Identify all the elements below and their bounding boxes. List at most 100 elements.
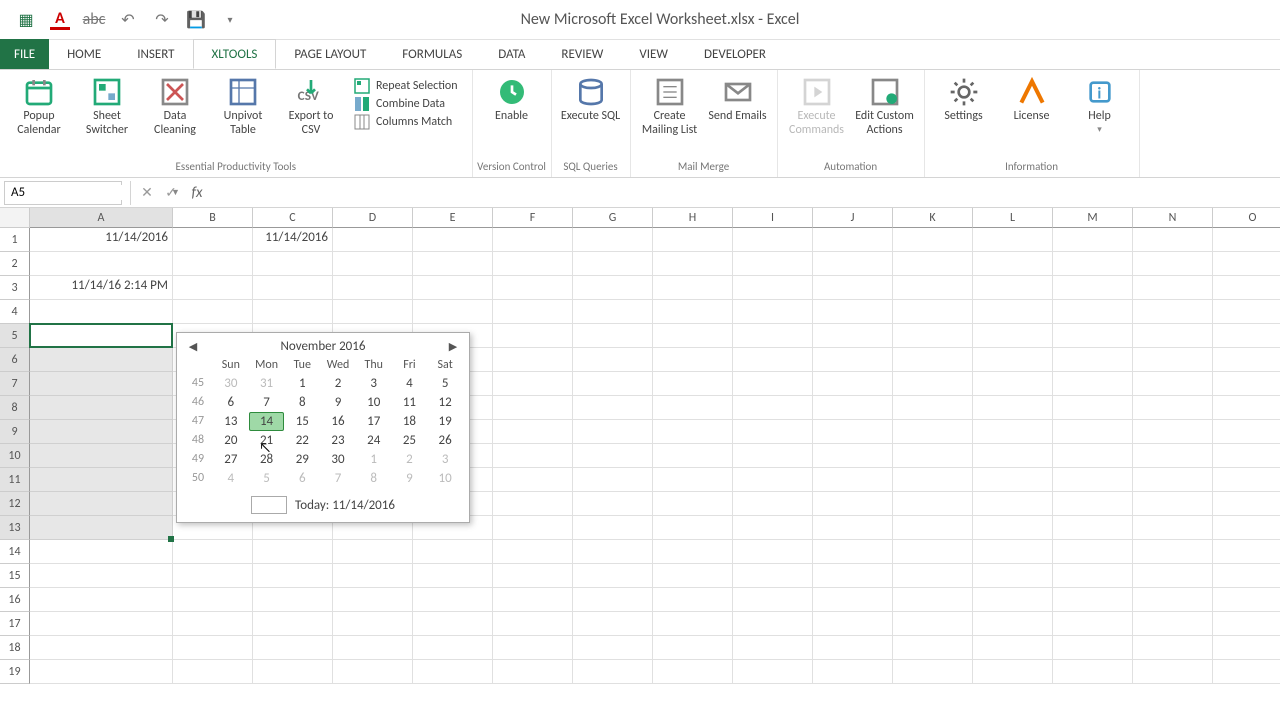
cell-J15[interactable] — [813, 564, 893, 588]
cell-I13[interactable] — [733, 516, 813, 540]
cell-K6[interactable] — [893, 348, 973, 372]
cell-K9[interactable] — [893, 420, 973, 444]
cell-G12[interactable] — [573, 492, 653, 516]
cell-A3[interactable]: 11/14/16 2:14 PM — [30, 276, 173, 300]
cal-day-15[interactable]: 15 — [284, 412, 320, 431]
cell-A14[interactable] — [30, 540, 173, 564]
cell-N14[interactable] — [1133, 540, 1213, 564]
cell-E16[interactable] — [413, 588, 493, 612]
cell-F9[interactable] — [493, 420, 573, 444]
cell-D16[interactable] — [333, 588, 413, 612]
cell-M7[interactable] — [1053, 372, 1133, 396]
cell-N13[interactable] — [1133, 516, 1213, 540]
cell-C15[interactable] — [253, 564, 333, 588]
cell-K1[interactable] — [893, 228, 973, 252]
prev-month-icon[interactable]: ◀ — [185, 340, 201, 353]
cell-L14[interactable] — [973, 540, 1053, 564]
cal-day-14[interactable]: 14 — [249, 412, 285, 431]
cell-L13[interactable] — [973, 516, 1053, 540]
row-header-15[interactable]: 15 — [0, 564, 30, 588]
cal-day-25[interactable]: 25 — [392, 431, 428, 450]
tab-formulas[interactable]: FORMULAS — [384, 39, 480, 69]
cell-N3[interactable] — [1133, 276, 1213, 300]
row-header-11[interactable]: 11 — [0, 468, 30, 492]
col-header-G[interactable]: G — [573, 208, 653, 228]
cal-day-21[interactable]: 21 — [249, 431, 285, 450]
font-color-icon[interactable]: A — [50, 10, 70, 30]
col-header-H[interactable]: H — [653, 208, 733, 228]
cell-I17[interactable] — [733, 612, 813, 636]
cell-O14[interactable] — [1213, 540, 1280, 564]
cell-H17[interactable] — [653, 612, 733, 636]
cell-I14[interactable] — [733, 540, 813, 564]
cell-M13[interactable] — [1053, 516, 1133, 540]
cell-K8[interactable] — [893, 396, 973, 420]
cell-E17[interactable] — [413, 612, 493, 636]
cell-N17[interactable] — [1133, 612, 1213, 636]
settings-button[interactable]: Settings — [933, 74, 995, 124]
export-csv-button[interactable]: CSVExport to CSV — [280, 74, 342, 138]
cell-M16[interactable] — [1053, 588, 1133, 612]
cell-H16[interactable] — [653, 588, 733, 612]
cell-O5[interactable] — [1213, 324, 1280, 348]
cell-E19[interactable] — [413, 660, 493, 684]
cell-H13[interactable] — [653, 516, 733, 540]
cell-L15[interactable] — [973, 564, 1053, 588]
cell-B3[interactable] — [173, 276, 253, 300]
cell-B17[interactable] — [173, 612, 253, 636]
cell-F18[interactable] — [493, 636, 573, 660]
cell-B16[interactable] — [173, 588, 253, 612]
cell-F6[interactable] — [493, 348, 573, 372]
cancel-icon[interactable]: ✕ — [135, 181, 159, 205]
cell-F10[interactable] — [493, 444, 573, 468]
cell-I5[interactable] — [733, 324, 813, 348]
cell-A18[interactable] — [30, 636, 173, 660]
cell-I7[interactable] — [733, 372, 813, 396]
popup-calendar-button[interactable]: Popup Calendar — [8, 74, 70, 138]
cell-J7[interactable] — [813, 372, 893, 396]
cal-day-6[interactable]: 6 — [284, 469, 320, 488]
row-header-6[interactable]: 6 — [0, 348, 30, 372]
cell-M4[interactable] — [1053, 300, 1133, 324]
cell-F14[interactable] — [493, 540, 573, 564]
cell-J1[interactable] — [813, 228, 893, 252]
cal-day-30[interactable]: 30 — [320, 450, 356, 469]
cell-G6[interactable] — [573, 348, 653, 372]
cell-F12[interactable] — [493, 492, 573, 516]
unpivot-table-button[interactable]: Unpivot Table — [212, 74, 274, 138]
cell-G13[interactable] — [573, 516, 653, 540]
cell-G9[interactable] — [573, 420, 653, 444]
cell-D4[interactable] — [333, 300, 413, 324]
cell-G8[interactable] — [573, 396, 653, 420]
cell-N18[interactable] — [1133, 636, 1213, 660]
cell-O9[interactable] — [1213, 420, 1280, 444]
cell-L18[interactable] — [973, 636, 1053, 660]
cell-B18[interactable] — [173, 636, 253, 660]
cell-J2[interactable] — [813, 252, 893, 276]
cell-I6[interactable] — [733, 348, 813, 372]
cell-C3[interactable] — [253, 276, 333, 300]
cell-C1[interactable]: 11/14/2016 — [253, 228, 333, 252]
cal-day-20[interactable]: 20 — [213, 431, 249, 450]
cell-H2[interactable] — [653, 252, 733, 276]
cell-O6[interactable] — [1213, 348, 1280, 372]
cell-L19[interactable] — [973, 660, 1053, 684]
cell-K7[interactable] — [893, 372, 973, 396]
save-icon[interactable]: 💾 — [186, 10, 206, 30]
formula-input[interactable] — [211, 185, 1280, 200]
cal-day-9[interactable]: 9 — [392, 469, 428, 488]
col-header-M[interactable]: M — [1053, 208, 1133, 228]
cell-G10[interactable] — [573, 444, 653, 468]
cell-H9[interactable] — [653, 420, 733, 444]
cell-M6[interactable] — [1053, 348, 1133, 372]
cell-C17[interactable] — [253, 612, 333, 636]
row-header-19[interactable]: 19 — [0, 660, 30, 684]
cell-I3[interactable] — [733, 276, 813, 300]
cell-O10[interactable] — [1213, 444, 1280, 468]
fx-icon[interactable]: fx — [183, 184, 211, 202]
row-header-14[interactable]: 14 — [0, 540, 30, 564]
cal-day-16[interactable]: 16 — [320, 412, 356, 431]
cell-K5[interactable] — [893, 324, 973, 348]
cell-O3[interactable] — [1213, 276, 1280, 300]
cell-I2[interactable] — [733, 252, 813, 276]
